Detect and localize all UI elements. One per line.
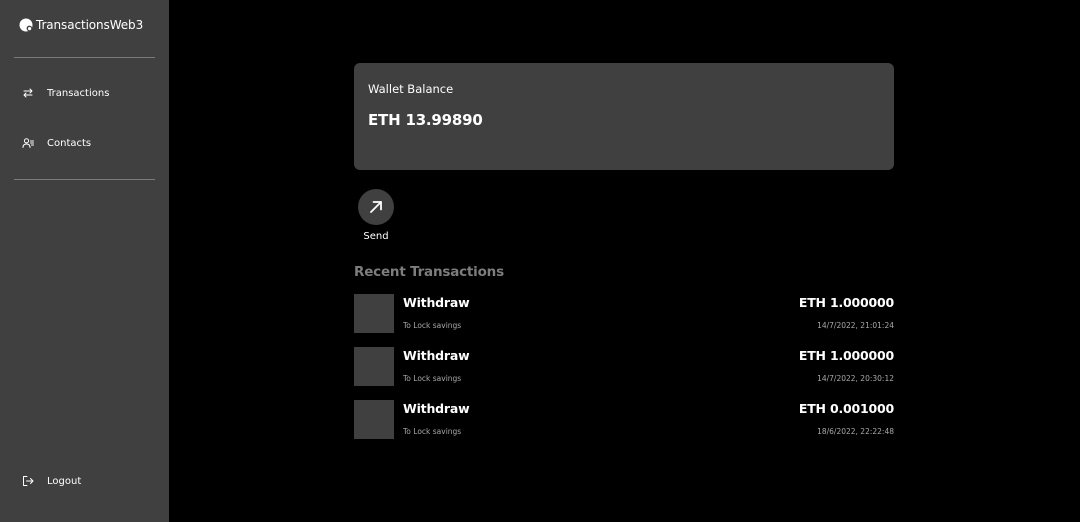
- transaction-thumbnail: [354, 400, 394, 439]
- sidebar-item-transactions[interactable]: Transactions: [22, 87, 109, 99]
- app: TransactionsWeb3 Transactions Contacts L…: [0, 0, 1080, 522]
- transaction-amount: ETH 1.000000: [798, 348, 894, 363]
- sidebar-item-label: Contacts: [47, 137, 92, 149]
- transaction-thumbnail: [354, 347, 394, 386]
- transaction-amount: ETH 0.001000: [798, 401, 894, 416]
- transaction-type: Withdraw: [403, 348, 470, 363]
- sidebar-divider-top: [14, 57, 155, 58]
- arrow-up-right-icon: [370, 201, 382, 213]
- arrows-swap-icon: [23, 88, 33, 98]
- send-button[interactable]: [358, 189, 394, 225]
- transaction-row[interactable]: Withdraw To Lock savings ETH 1.000000 14…: [354, 347, 894, 386]
- contacts-icon: [22, 138, 34, 148]
- transaction-description: To Lock savings: [403, 374, 462, 383]
- sidebar-item-label: Transactions: [47, 87, 110, 99]
- transaction-date: 14/7/2022, 20:30:12: [817, 374, 894, 383]
- transaction-date: 14/7/2022, 21:01:24: [817, 321, 894, 330]
- sidebar-divider-bottom: [14, 179, 155, 180]
- transaction-amount: ETH 1.000000: [798, 295, 894, 310]
- sidebar: TransactionsWeb3 Transactions Contacts L…: [0, 0, 169, 522]
- logout-label: Logout: [47, 475, 82, 487]
- logo-icon: [19, 18, 33, 32]
- transaction-row[interactable]: Withdraw To Lock savings ETH 1.000000 14…: [354, 294, 894, 333]
- sidebar-item-contacts[interactable]: Contacts: [22, 137, 91, 149]
- transaction-date: 18/6/2022, 22:22:48: [817, 427, 894, 436]
- recent-transactions-title: Recent Transactions: [354, 264, 504, 280]
- transaction-description: To Lock savings: [403, 427, 462, 436]
- transaction-list: Withdraw To Lock savings ETH 1.000000 14…: [354, 294, 894, 453]
- transaction-row[interactable]: Withdraw To Lock savings ETH 0.001000 18…: [354, 400, 894, 439]
- logout-button[interactable]: Logout: [22, 475, 81, 487]
- wallet-balance-amount: ETH 13.99890: [368, 111, 483, 129]
- brand-name: TransactionsWeb3: [36, 18, 144, 32]
- transaction-type: Withdraw: [403, 401, 470, 416]
- transaction-description: To Lock savings: [403, 321, 462, 330]
- brand[interactable]: TransactionsWeb3: [19, 18, 143, 32]
- send-label: Send: [363, 231, 389, 242]
- wallet-balance-card: Wallet Balance ETH 13.99890: [354, 63, 894, 170]
- wallet-balance-title: Wallet Balance: [368, 82, 454, 96]
- logout-icon: [23, 476, 34, 486]
- transaction-type: Withdraw: [403, 295, 470, 310]
- transaction-thumbnail: [354, 294, 394, 333]
